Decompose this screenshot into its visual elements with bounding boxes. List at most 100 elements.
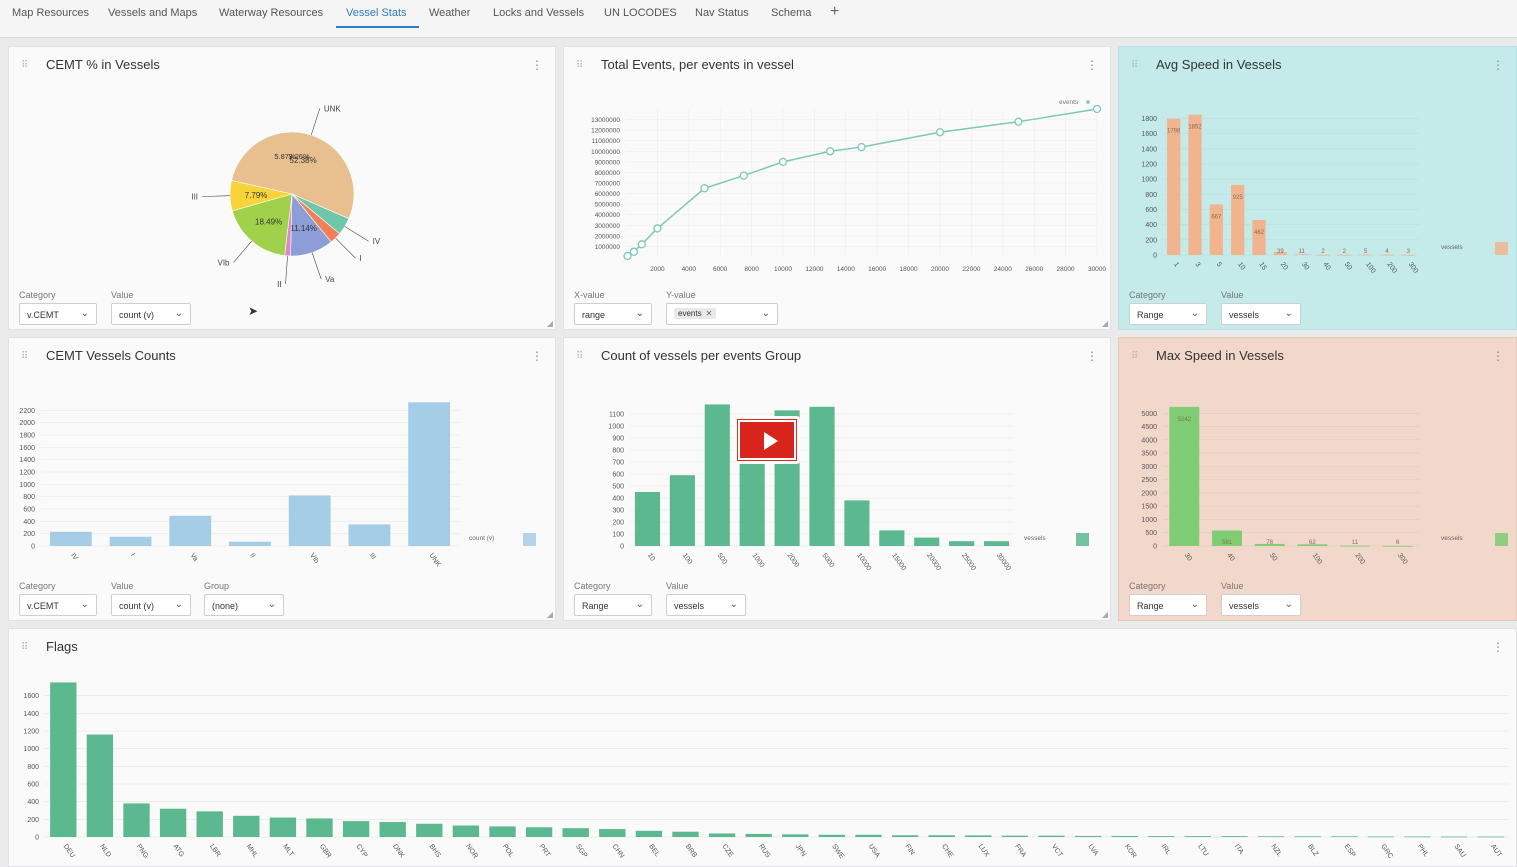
- resize-handle-icon[interactable]: ◢: [547, 610, 553, 619]
- bar: [983, 541, 1010, 546]
- more-options-icon[interactable]: ⋮: [531, 349, 543, 363]
- x-tick-label: 15000: [890, 552, 907, 572]
- more-options-icon[interactable]: ⋮: [531, 58, 543, 72]
- x-tick-label: SGP: [574, 843, 588, 859]
- drag-handle-icon[interactable]: ⠿: [21, 60, 28, 71]
- x-tick-label: 22000: [962, 266, 980, 273]
- remove-chip-icon[interactable]: ✕: [706, 309, 713, 318]
- category-select[interactable]: Range ⌄: [1129, 303, 1207, 325]
- y-tick-label: 600: [27, 782, 39, 789]
- tab-map-resources[interactable]: Map Resources: [12, 7, 89, 19]
- y-tick-label: 5000: [1141, 411, 1157, 418]
- bar: [1074, 835, 1102, 837]
- bar: [1252, 219, 1266, 255]
- x-tick-label: SAU: [1452, 843, 1466, 859]
- resize-handle-icon[interactable]: ◢: [1102, 319, 1108, 328]
- x-tick-label: NLD: [98, 843, 112, 858]
- drag-handle-icon[interactable]: ⠿: [576, 60, 583, 71]
- value-select[interactable]: vessels ⌄: [1221, 594, 1301, 616]
- events-group-bar-chart: 0 100 200 300 400 500 600 700 800 900 1000 1100 10 10…: [608, 404, 1089, 572]
- tab-locks-and-vessels[interactable]: Locks and Vessels: [493, 7, 584, 19]
- y-tick-label: 400: [1145, 222, 1157, 229]
- y-tick-label: 500: [1145, 530, 1157, 537]
- value-select-value: vessels: [674, 601, 705, 611]
- value-select[interactable]: count (v) ⌄: [111, 594, 191, 616]
- resize-handle-icon[interactable]: ◢: [547, 319, 553, 328]
- drag-handle-icon[interactable]: ⠿: [21, 351, 28, 362]
- y-tick-label: 1000: [23, 746, 39, 753]
- value-select[interactable]: count (v) ⌄: [111, 303, 191, 325]
- data-label: 462: [1254, 230, 1265, 236]
- y-tick-label: 3000: [1141, 464, 1157, 471]
- drag-handle-icon[interactable]: ⠿: [576, 351, 583, 362]
- bar: [818, 834, 846, 837]
- bar: [1038, 835, 1065, 837]
- y-tick-label: 2000: [1141, 490, 1157, 497]
- value-label: Value: [666, 581, 689, 591]
- category-select[interactable]: v.CEMT ⌄: [19, 594, 97, 616]
- panel-title: CEMT Vessels Counts: [46, 348, 176, 363]
- dashboard-tab-bar: Map Resources Vessels and Maps Waterway Re…: [0, 0, 1517, 38]
- y-tick-label: 1600: [19, 445, 35, 452]
- more-options-icon[interactable]: ⋮: [1086, 58, 1098, 72]
- more-options-icon[interactable]: ⋮: [1492, 58, 1504, 72]
- tab-vessels-and-maps[interactable]: Vessels and Maps: [108, 7, 197, 19]
- tab-weather[interactable]: Weather: [429, 7, 470, 19]
- x-tick-label: 200: [1353, 552, 1365, 566]
- group-select[interactable]: (none) ⌄: [204, 594, 284, 616]
- x-tick-label: PHL: [1416, 843, 1430, 858]
- bar: [452, 825, 480, 837]
- x-tick-label: JPN: [794, 843, 807, 858]
- resize-handle-icon[interactable]: ◢: [1102, 610, 1108, 619]
- y-value-select[interactable]: events ✕ ⌄: [666, 303, 778, 325]
- drag-handle-icon[interactable]: ⠿: [1131, 351, 1138, 362]
- bar: [86, 734, 114, 837]
- drag-handle-icon[interactable]: ⠿: [1131, 60, 1138, 71]
- add-tab-button[interactable]: +: [830, 3, 839, 21]
- tab-schema[interactable]: Schema: [771, 7, 811, 19]
- category-select[interactable]: v.CEMT ⌄: [19, 303, 97, 325]
- data-label: 581: [1222, 540, 1233, 546]
- x-tick-label: 20000: [931, 266, 949, 273]
- bar: [269, 817, 297, 837]
- x-tick-label: BHS: [428, 843, 442, 859]
- avg-speed-bar-chart: 0 200 400 600 800 1000 1200 1400 1600 1800 1 1798 3 1…: [1141, 114, 1508, 275]
- y-value-chip[interactable]: events ✕: [674, 308, 717, 319]
- more-options-icon[interactable]: ⋮: [1492, 349, 1504, 363]
- x-tick-label: 2000: [650, 266, 665, 273]
- y-tick-label: 600: [612, 472, 624, 479]
- tab-nav-status[interactable]: Nav Status: [695, 7, 749, 19]
- slice-leader-line: [285, 255, 288, 284]
- x-tick-label: BRB: [684, 843, 698, 859]
- y-tick-label: 7000000: [595, 181, 621, 188]
- bar: [229, 541, 271, 546]
- data-point: [739, 171, 748, 180]
- x-tick-label: 10: [1236, 261, 1246, 271]
- slice-label: I: [359, 254, 361, 263]
- drag-handle-icon[interactable]: ⠿: [21, 642, 28, 653]
- series-line: [627, 108, 1098, 257]
- slice-label: IV: [373, 237, 381, 246]
- data-point: [778, 157, 788, 167]
- youtube-play-button[interactable]: [734, 416, 800, 464]
- value-select-value: vessels: [1229, 601, 1260, 611]
- bar: [879, 530, 905, 546]
- tab-vessel-stats[interactable]: Vessel Stats: [346, 7, 407, 19]
- more-options-icon[interactable]: ⋮: [1086, 349, 1098, 363]
- value-select[interactable]: vessels ⌄: [666, 594, 746, 616]
- slice-leader-line: [311, 252, 322, 280]
- x-tick-label: 40: [1225, 552, 1235, 562]
- cemt-counts-bar-chart: 0 200 400 600 800 1000 1200 1400 1600 1800 2000 220…: [19, 402, 536, 569]
- category-select[interactable]: Range ⌄: [1129, 594, 1207, 616]
- x-value-select[interactable]: range ⌄: [574, 303, 652, 325]
- tab-un-locodes[interactable]: UN LOCODES: [604, 7, 677, 19]
- x-tick-label: PRT: [537, 843, 551, 859]
- value-select[interactable]: vessels ⌄: [1221, 303, 1301, 325]
- data-label: 5242: [1178, 417, 1192, 423]
- more-options-icon[interactable]: ⋮: [1492, 640, 1504, 654]
- slice-leader-line: [344, 226, 369, 242]
- legend-marker: [1086, 100, 1090, 104]
- y-tick-label: 3000000: [595, 223, 621, 230]
- tab-waterway-resources[interactable]: Waterway Resources: [219, 7, 323, 19]
- category-select[interactable]: Range ⌄: [574, 594, 652, 616]
